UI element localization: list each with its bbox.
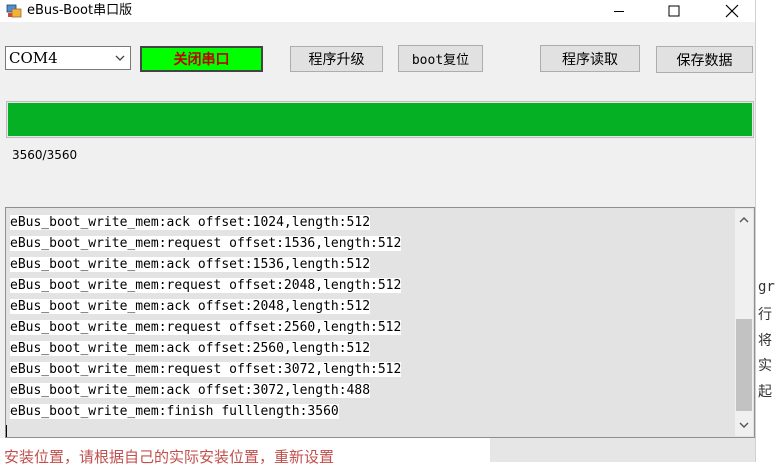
log-line: eBus_boot_write_mem:request offset:1536,… xyxy=(10,233,730,254)
scroll-down-icon xyxy=(739,422,749,428)
close-button[interactable] xyxy=(709,0,755,22)
log-line-text: eBus_boot_write_mem:ack offset:1536,leng… xyxy=(10,257,371,272)
log-line: eBus_boot_write_mem:ack offset:1536,leng… xyxy=(10,254,730,275)
close-serial-button[interactable]: 关闭串口 xyxy=(140,46,263,72)
log-line-text: eBus_boot_write_mem:ack offset:2560,leng… xyxy=(10,341,371,356)
upgrade-button[interactable]: 程序升级 xyxy=(290,46,383,72)
log-line-text: eBus_boot_write_mem:request offset:1536,… xyxy=(10,236,402,251)
chevron-down-icon[interactable] xyxy=(114,52,126,64)
progress-label: 3560/3560 xyxy=(12,148,78,162)
log-line: eBus_boot_write_mem:request offset:2560,… xyxy=(10,317,730,338)
progress-bar xyxy=(6,101,754,138)
log-line: eBus_boot_write_mem:request offset:2048,… xyxy=(10,275,730,296)
log-line-text: eBus_boot_write_mem:ack offset:2048,leng… xyxy=(10,299,371,314)
scroll-up-icon xyxy=(739,217,749,223)
port-select[interactable]: COM4 xyxy=(5,46,131,70)
port-select-value: COM4 xyxy=(9,49,58,67)
log-line: eBus_boot_write_mem:ack offset:2560,leng… xyxy=(10,338,730,359)
log-line-text: eBus_boot_write_mem:request offset:3072,… xyxy=(10,362,402,377)
scroll-up-button[interactable] xyxy=(735,211,753,229)
log-textbox[interactable]: eBus_boot_write_mem:ack offset:1024,leng… xyxy=(5,207,755,438)
log-line-text: eBus_boot_write_mem:ack offset:3072,leng… xyxy=(10,383,371,398)
background-app-bottom-panel xyxy=(490,438,755,462)
scroll-down-button[interactable] xyxy=(735,416,753,434)
background-text: gr xyxy=(758,279,775,295)
background-text: 安装位置，请根据自己的实际安装位置，重新设置 xyxy=(4,448,335,466)
log-lines: eBus_boot_write_mem:ack offset:1024,leng… xyxy=(10,212,730,422)
background-text: 起 xyxy=(758,384,772,400)
log-line: eBus_boot_write_mem:ack offset:3072,leng… xyxy=(10,380,730,401)
scrollbar-thumb[interactable] xyxy=(736,319,752,411)
background-text: 行 xyxy=(758,307,772,323)
app-window: eBus-Boot串口版 COM4 关闭串口 程序升级 boot复位 程序读取 … xyxy=(0,0,755,438)
background-text: 将 xyxy=(758,333,772,349)
boot-reset-button[interactable]: boot复位 xyxy=(398,45,483,72)
close-icon xyxy=(725,4,739,18)
log-line-text: eBus_boot_write_mem:ack offset:1024,leng… xyxy=(10,215,371,230)
read-button[interactable]: 程序读取 xyxy=(540,45,640,72)
maximize-icon xyxy=(668,5,680,17)
background-text: 实 xyxy=(758,358,772,374)
log-line: eBus_boot_write_mem:ack offset:2048,leng… xyxy=(10,296,730,317)
log-line: eBus_boot_write_mem:request offset:3072,… xyxy=(10,359,730,380)
log-line: eBus_boot_write_mem:ack offset:1024,leng… xyxy=(10,212,730,233)
minimize-icon xyxy=(614,11,624,12)
log-line: eBus_boot_write_mem:finish fulllength:35… xyxy=(10,401,730,422)
app-icon xyxy=(6,4,22,18)
window-title: eBus-Boot串口版 xyxy=(27,3,133,18)
save-data-button[interactable]: 保存数据 xyxy=(656,46,753,73)
log-line-text: eBus_boot_write_mem:finish fulllength:35… xyxy=(10,404,339,419)
text-caret xyxy=(6,425,7,437)
minimize-button[interactable] xyxy=(596,0,642,22)
log-line-text: eBus_boot_write_mem:request offset:2048,… xyxy=(10,278,402,293)
progress-bar-fill xyxy=(8,103,752,136)
log-scrollbar[interactable] xyxy=(735,209,753,436)
log-line-text: eBus_boot_write_mem:request offset:2560,… xyxy=(10,320,402,335)
maximize-button[interactable] xyxy=(651,0,697,22)
title-bar[interactable]: eBus-Boot串口版 xyxy=(0,0,755,22)
